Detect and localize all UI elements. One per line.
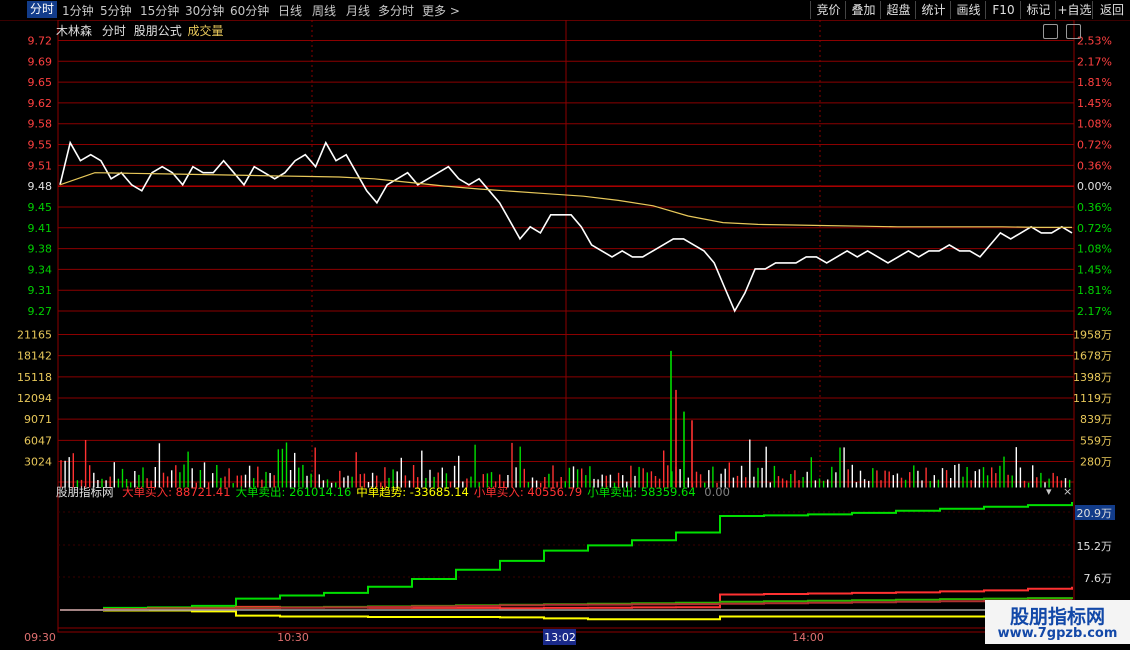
price-tick-label: 9.48	[28, 180, 53, 193]
percent-tick-label: 0.72%	[1077, 222, 1112, 235]
indicator-tick-label: 15.2万	[1077, 540, 1113, 553]
toolbar-item-9[interactable]: 多分时	[378, 2, 414, 19]
volume-tick-label: 12094	[17, 392, 52, 405]
indicator-label[interactable]: 成交量	[188, 24, 224, 38]
volume-tick-label-right: 839万	[1080, 413, 1112, 426]
toolbar-right-1[interactable]: 叠加	[845, 1, 881, 19]
price-tick-label: 9.34	[28, 263, 53, 276]
volume-tick-label-right: 1119万	[1073, 392, 1112, 405]
volume-tick-label: 9071	[24, 413, 52, 426]
volume-tick-label-right: 280万	[1080, 456, 1112, 469]
toolbar-item-7[interactable]: 周线	[312, 2, 336, 19]
watermark-title: 股朋指标网	[1009, 606, 1105, 628]
indicator-value-3: 小单买入: 40556.79	[473, 485, 583, 499]
watermark: 股朋指标网 www.7gpzb.com	[985, 600, 1130, 644]
indicator-tick-label: 20.9万	[1077, 507, 1113, 520]
percent-tick-label: 1.08%	[1077, 243, 1112, 256]
toolbar-item-2[interactable]: 5分钟	[100, 2, 132, 19]
panel-controls: ▾ ×	[1046, 485, 1072, 498]
intraday-chart: 9.72 2.53% 9.69 2.17% 9.65 1.81% 9.62 1.45% 9.58…	[17, 20, 1115, 645]
time-tick-label: 14:00	[792, 631, 824, 644]
volume-tick-label-right: 1398万	[1073, 371, 1112, 384]
percent-tick-label: 0.36%	[1077, 159, 1112, 172]
percent-tick-label: 1.45%	[1077, 97, 1112, 110]
toolbar-item-10[interactable]: 更多 >	[422, 2, 460, 19]
toolbar-item-5[interactable]: 60分钟	[230, 2, 269, 19]
price-tick-label: 9.27	[28, 305, 53, 318]
time-tick-label: 09:30	[24, 631, 56, 644]
indicator-value-1: 大单卖出: 261014.16	[235, 485, 352, 499]
percent-tick-label: 0.00%	[1077, 180, 1112, 193]
toolbar-right-8[interactable]: 返回	[1092, 1, 1130, 19]
indicator-value-5: 0.00	[700, 485, 730, 499]
volume-tick-label: 15118	[17, 371, 52, 384]
price-tick-label: 9.31	[28, 284, 53, 297]
toolbar-item-1[interactable]: 1分钟	[62, 2, 94, 19]
toolbar-item-6[interactable]: 日线	[278, 2, 302, 19]
percent-tick-label: 0.72%	[1077, 139, 1112, 152]
panel-buttons	[1043, 24, 1082, 43]
period-toolbar: 分时 1分钟 5分钟 15分钟 30分钟 60分钟 日线 周线 月线 多分时 更多 > 竞价 叠加 超盘统…	[0, 0, 1130, 21]
price-tick-label: 9.45	[28, 201, 53, 214]
indicator-lines	[60, 502, 1073, 621]
percent-tick-label: 2.17%	[1077, 55, 1112, 68]
time-tick-label: 10:30	[277, 631, 309, 644]
price-tick-label: 9.62	[28, 97, 53, 110]
indicator-value-2: 中单趋势: -33685.14	[356, 485, 469, 499]
price-tick-label: 9.69	[28, 55, 53, 68]
watermark-url: www.7gpzb.com	[997, 626, 1118, 641]
indicator-title[interactable]: 股朋指标网	[56, 485, 114, 499]
indicator-tick-label: 7.6万	[1084, 572, 1113, 585]
price-tick-label: 9.58	[28, 118, 53, 131]
volume-tick-label: 3024	[24, 456, 52, 469]
price-tick-label: 9.51	[28, 159, 53, 172]
volume-tick-label: 6047	[24, 434, 52, 447]
close-icon[interactable]: ×	[1063, 485, 1072, 498]
price-tick-label: 9.72	[28, 35, 53, 48]
chart-grid	[57, 20, 1075, 633]
percent-tick-label: 1.45%	[1077, 263, 1112, 276]
percent-tick-label: 0.36%	[1077, 201, 1112, 214]
indicator-line-中单趋势	[60, 609, 1072, 621]
toolbar-right-3[interactable]: 统计	[915, 1, 951, 19]
toolbar-item-4[interactable]: 30分钟	[185, 2, 224, 19]
price-tick-label: 9.41	[28, 222, 53, 235]
toolbar-item-8[interactable]: 月线	[346, 2, 370, 19]
toolbar-right-4[interactable]: 画线	[950, 1, 986, 19]
chevron-down-icon[interactable]: ▾	[1046, 485, 1052, 498]
toolbar-item-0[interactable]: 分时	[27, 1, 58, 18]
indicator-value-4: 小单卖出: 58359.64	[587, 485, 696, 499]
toolbar-right-5[interactable]: F10	[985, 1, 1021, 19]
percent-tick-label: 1.08%	[1077, 118, 1112, 131]
volume-tick-label-right: 1678万	[1073, 350, 1112, 363]
settings-icon[interactable]	[1043, 24, 1058, 39]
price-tick-label: 9.38	[28, 243, 53, 256]
time-tick-label: 13:02	[544, 631, 576, 644]
indicator-header: 股朋指标网 大单买入: 88721.41 大单卖出: 261014.16 中单趋势:…	[56, 484, 730, 500]
chart-header: 木林森 分时 股朋公式 成交量	[56, 22, 224, 39]
percent-tick-label: 2.17%	[1077, 305, 1112, 318]
volume-tick-label: 18142	[17, 350, 52, 363]
toolbar-item-3[interactable]: 15分钟	[140, 2, 179, 19]
percent-tick-label: 1.81%	[1077, 76, 1112, 89]
indicator-line-大单卖出	[60, 502, 1073, 611]
stock-name: 木林森	[56, 24, 93, 38]
maximize-icon[interactable]	[1066, 24, 1082, 39]
percent-tick-label: 2.53%	[1077, 35, 1112, 48]
volume-tick-label: 21165	[17, 329, 52, 342]
toolbar-right-2[interactable]: 超盘	[880, 1, 916, 19]
toolbar-right-0[interactable]: 竞价	[810, 1, 846, 19]
volume-tick-label-right: 1958万	[1073, 329, 1112, 342]
toolbar-right-6[interactable]: 标记	[1020, 1, 1056, 19]
mode-label: 分时	[101, 24, 126, 38]
volume-tick-label-right: 559万	[1080, 434, 1112, 447]
formula-label[interactable]: 股朋公式	[134, 24, 182, 38]
percent-tick-label: 1.81%	[1077, 284, 1112, 297]
price-tick-label: 9.65	[28, 76, 53, 89]
toolbar-right-7[interactable]: +自选	[1055, 1, 1093, 19]
price-tick-label: 9.55	[28, 139, 53, 152]
indicator-value-0: 大单买入: 88721.41	[122, 485, 231, 499]
